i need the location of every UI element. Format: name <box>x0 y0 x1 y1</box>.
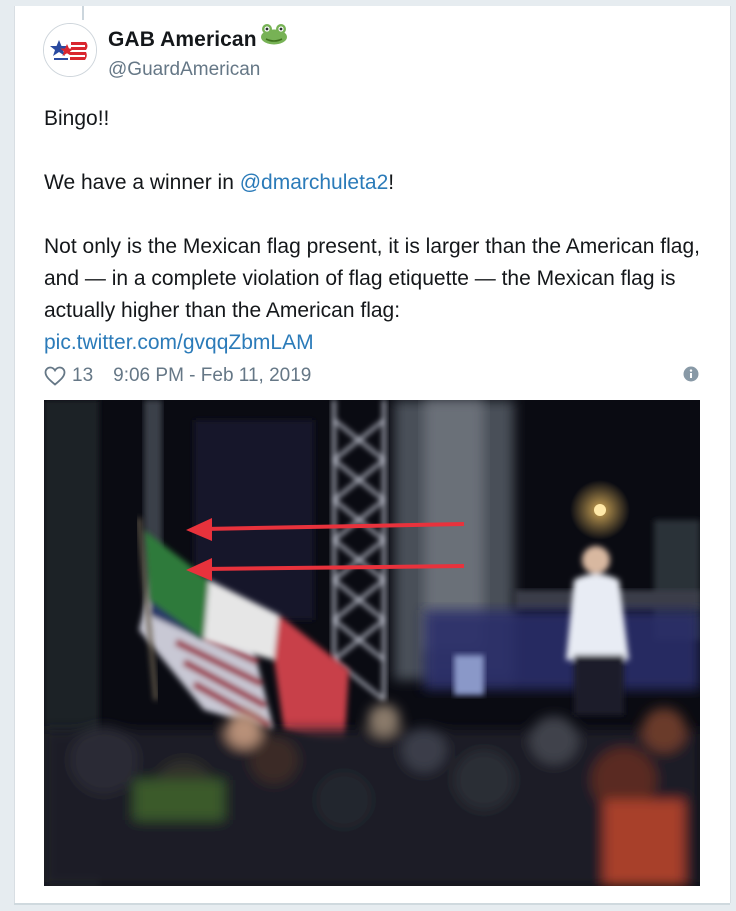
flag-star-logo-icon <box>44 24 96 76</box>
display-name[interactable]: GAB American <box>108 28 257 52</box>
handle[interactable]: @GuardAmerican <box>108 59 260 81</box>
info-circle-icon[interactable] <box>683 366 699 388</box>
tweet-paragraph-1: Bingo!! <box>44 107 110 130</box>
author-name-row[interactable]: GAB American <box>108 23 289 52</box>
like-count[interactable]: 13 <box>72 365 93 387</box>
mention-link[interactable]: @dmarchuleta2 <box>240 171 389 194</box>
tweet-paragraph-3: Not only is the Mexican flag present, it… <box>44 235 700 322</box>
frog-icon <box>259 21 289 50</box>
rally-photo-image <box>44 400 700 886</box>
thread-connector-line <box>82 6 84 20</box>
tweet-body: Bingo!! We have a winner in @dmarchuleta… <box>44 103 714 359</box>
paragraph-2-suffix: ! <box>388 171 395 194</box>
tweet-media-photo[interactable] <box>44 400 700 886</box>
bottom-divider <box>14 903 730 905</box>
heart-outline-icon[interactable] <box>44 366 66 386</box>
tweet-paragraph-2: We have a winner in @dmarchuleta2! <box>44 167 714 199</box>
paragraph-2-prefix: We have a winner in <box>44 171 240 194</box>
pic-link[interactable]: pic.twitter.com/gvqqZbmLAM <box>44 331 314 354</box>
avatar[interactable] <box>43 23 97 77</box>
tweet-meta-row: 13 9:06 PM - Feb 11, 2019 <box>44 362 699 390</box>
timestamp[interactable]: 9:06 PM - Feb 11, 2019 <box>113 365 311 387</box>
tweet-card: GAB American @GuardAmerican Bingo!! We h… <box>14 6 731 903</box>
